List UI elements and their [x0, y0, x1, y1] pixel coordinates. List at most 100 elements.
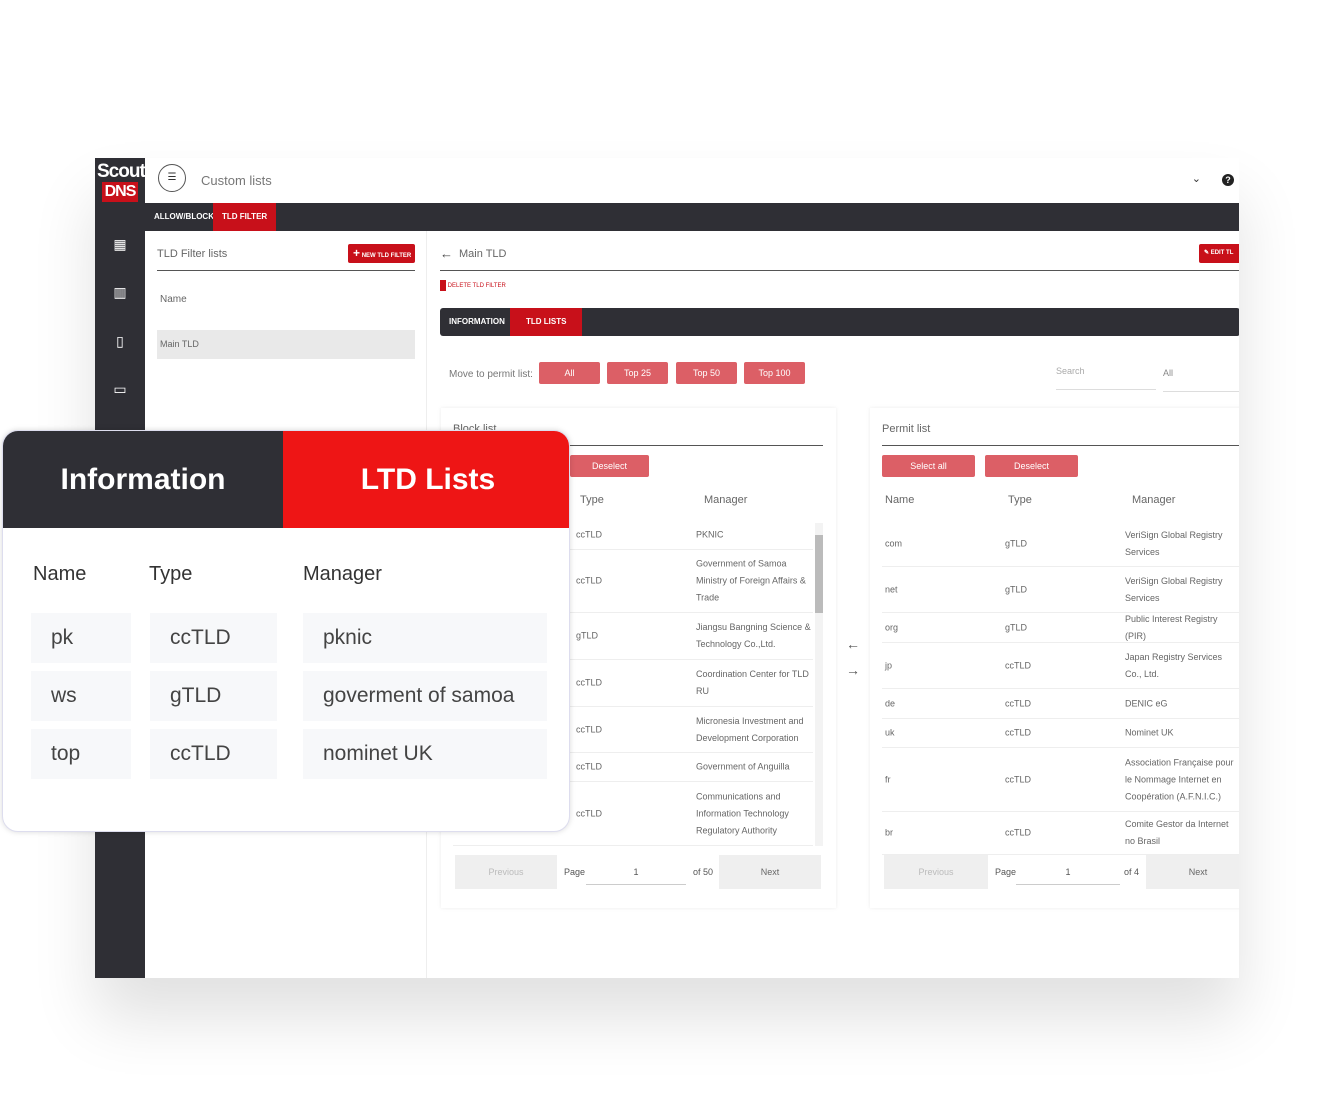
cell-type: ccTLD [1005, 774, 1032, 784]
move-top100-button[interactable]: Top 100 [744, 362, 805, 384]
tab-tld-filter[interactable]: TLD FILTER [213, 203, 277, 231]
cell-manager: Micronesia Investment and Development Co… [696, 715, 804, 743]
cell-type: ccTLD [150, 613, 277, 663]
table-row[interactable]: jp ccTLD Japan Registry Services Co., Ltd. [882, 643, 1239, 689]
detail-tabs: INFORMATION TLD LISTS [440, 308, 1239, 336]
select-all-button[interactable]: Select all [882, 455, 975, 477]
tab-ltd-lists[interactable]: LTD Lists [283, 431, 569, 528]
table-row[interactable]: com gTLD VeriSign Global Registry Services [882, 521, 1239, 567]
cell-name: jp [885, 660, 893, 670]
scrollbar[interactable] [815, 523, 823, 846]
new-tld-filter-button[interactable]: + NEW TLD FILTER [348, 244, 415, 263]
column-header-name: Name [160, 294, 187, 305]
cell-manager: nominet UK [303, 729, 547, 779]
cell-type: ccTLD [1005, 698, 1032, 708]
cell-type: gTLD [150, 671, 277, 721]
cell-type: ccTLD [576, 724, 603, 734]
tab-information[interactable]: INFORMATION [440, 308, 514, 336]
list-item[interactable]: Main TLD [157, 330, 415, 359]
deselect-button[interactable]: Deselect [985, 455, 1078, 477]
chart-icon[interactable]: ▥ [112, 284, 128, 300]
previous-button[interactable]: Previous [455, 855, 557, 889]
menu-button[interactable]: ☰ [158, 164, 186, 192]
devices-icon[interactable]: ▭ [112, 381, 128, 397]
cell-name: br [885, 827, 894, 838]
cell-manager: Jiangsu Bangning Science & Technology Co… [696, 622, 811, 649]
question-circle-icon[interactable]: ? [1222, 174, 1234, 186]
table-row[interactable]: br ccTLD Comite Gestor da Internet no Bras… [882, 812, 1239, 855]
button-label: NEW TLD FILTER [361, 253, 412, 259]
cell-manager: Coordination Center for TLD RU [696, 669, 809, 696]
page-input[interactable]: 1 [1016, 860, 1120, 885]
type-filter-select[interactable]: All [1163, 368, 1239, 392]
detail-title: Main TLD [459, 248, 507, 260]
cell-name: fr [885, 774, 891, 784]
column-header-type: Type [149, 563, 193, 585]
tab-allow-block[interactable]: ALLOW/BLOCK [145, 203, 223, 231]
building-icon[interactable]: ▯ [112, 333, 128, 349]
move-top25-button[interactable]: Top 25 [607, 362, 668, 384]
next-button[interactable]: Next [1146, 855, 1239, 889]
column-header-name: Name [885, 494, 915, 506]
table-row[interactable]: de ccTLD DENIC eG [882, 689, 1239, 719]
back-arrow-icon[interactable]: ← [440, 246, 453, 261]
cell-type: gTLD [576, 630, 599, 641]
arrow-left-icon[interactable]: ← [846, 636, 860, 652]
arrow-right-icon[interactable]: → [846, 662, 860, 678]
cell-manager: DENIC eG [1125, 698, 1168, 708]
button-label: EDIT TL [1210, 250, 1234, 256]
previous-button[interactable]: Previous [884, 855, 988, 889]
cell-type: ccTLD [1005, 660, 1032, 670]
plus-icon: + [353, 246, 361, 260]
cell-manager: Association Française pour le Nommage In… [1125, 757, 1234, 801]
cell-name: uk [885, 727, 895, 738]
cell-type: ccTLD [576, 761, 603, 772]
next-button[interactable]: Next [719, 855, 821, 889]
cell-type: ccTLD [1005, 827, 1032, 838]
cell-type: gTLD [1005, 584, 1028, 594]
cell-manager: Public Interest Registry (PIR) [1125, 613, 1218, 641]
page-count: of 4 [1124, 867, 1140, 877]
scoutdns-logo: Scout DNS [97, 161, 146, 202]
dashboard-icon[interactable]: ▦ [112, 236, 128, 252]
chevron-down-icon[interactable]: ⌄ [1192, 172, 1201, 185]
move-label: Move to permit list: [449, 369, 533, 380]
page-label: Page [564, 867, 586, 877]
tab-information[interactable]: Information [3, 431, 283, 528]
cell-type: ccTLD [576, 575, 603, 586]
cell-manager: Comite Gestor da Internet no Brasil [1125, 819, 1229, 846]
cell-name: de [885, 698, 896, 708]
cell-type: ccTLD [150, 729, 277, 779]
cell-manager: PKNIC [696, 529, 724, 540]
table-row[interactable]: net gTLD VeriSign Global Registry Services [882, 567, 1239, 613]
table-row[interactable]: uk ccTLD Nominet UK [882, 719, 1239, 748]
tab-tld-lists[interactable]: TLD LISTS [510, 308, 583, 336]
move-all-button[interactable]: All [539, 362, 600, 384]
page-input[interactable]: 1 [586, 860, 686, 885]
delete-tld-filter-button[interactable]: DELETE TLD FILTER [440, 280, 506, 291]
nav-bar: ALLOW/BLOCK TLD FILTER [145, 203, 1239, 231]
cell-manager: Japan Registry Services Co., Ltd. [1125, 651, 1223, 679]
cell-manager: VeriSign Global Registry Services [1125, 575, 1223, 603]
column-header-manager: Manager [1132, 494, 1176, 506]
page-count: of 50 [693, 867, 714, 877]
page-title: Custom lists [201, 173, 272, 188]
search-input[interactable]: Search [1056, 366, 1156, 390]
cell-type: ccTLD [576, 529, 603, 540]
column-header-type: Type [1008, 494, 1032, 506]
table-row[interactable]: org gTLD Public Interest Registry (PIR) [882, 613, 1239, 643]
table-row[interactable]: fr ccTLD Association Française pour le Nom… [882, 748, 1239, 812]
cell-manager: goverment of samoa [303, 671, 547, 721]
top-bar: ☰ Custom lists ⌄ ? [145, 158, 1239, 203]
cell-manager: Government of Samoa Ministry of Foreign … [696, 558, 806, 603]
trash-icon [440, 280, 446, 291]
deselect-button[interactable]: Deselect [570, 455, 649, 477]
cell-type: gTLD [1005, 538, 1028, 548]
column-header-manager: Manager [303, 563, 382, 585]
cell-manager: Government of Anguilla [696, 761, 790, 772]
cell-manager: Communications and Information Technolog… [696, 791, 789, 835]
cell-manager: pknic [303, 613, 547, 663]
cell-name: com [885, 538, 903, 548]
edit-tld-button[interactable]: ✎ EDIT TL [1199, 244, 1239, 263]
move-top50-button[interactable]: Top 50 [676, 362, 737, 384]
